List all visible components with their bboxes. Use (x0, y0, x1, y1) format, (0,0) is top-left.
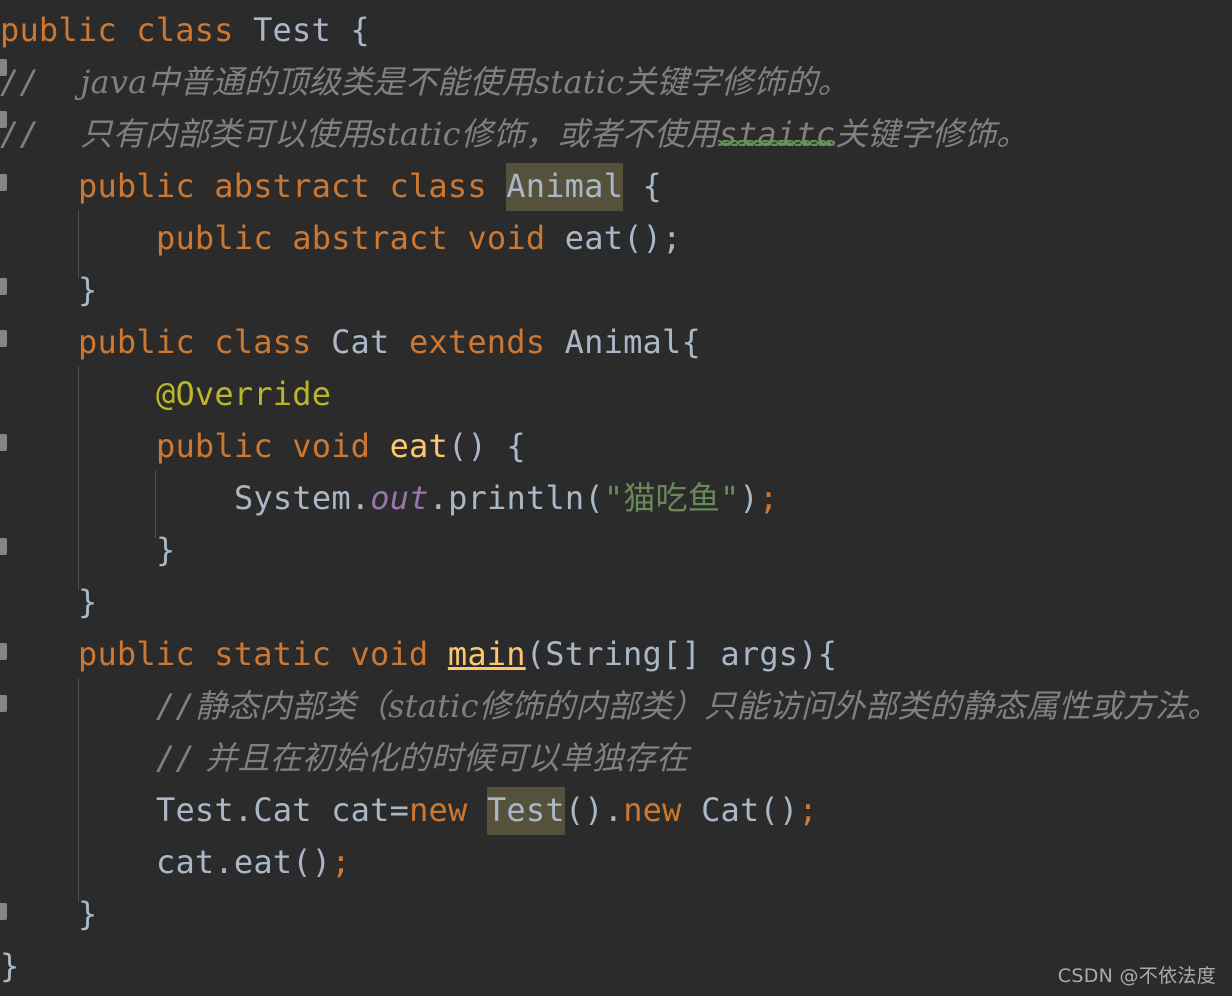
comment-token: // (156, 687, 195, 725)
code-token-plain: Cat() (701, 791, 799, 829)
line-close-main[interactable]: } (0, 888, 97, 940)
code-token-anno: @Override (156, 375, 332, 413)
typo-word: staitc (718, 115, 836, 153)
line-cat-eat-call[interactable]: cat.eat(); (0, 836, 351, 888)
line-cat-eat[interactable]: public void eat() { (0, 420, 526, 472)
code-token-cmt: 只有内部类可以使用static修饰，或者不使用 (38, 115, 719, 153)
line-close-test[interactable]: } (0, 940, 19, 992)
code-token-plain: Test { (253, 11, 370, 49)
code-token-kw: abstract (214, 167, 390, 205)
code-token-plain: Cat (331, 323, 409, 361)
code-token-plain: Test.Cat cat= (156, 791, 410, 829)
code-token-kw: static (214, 635, 351, 673)
code-token-kw: class (214, 323, 332, 361)
line-comment-3[interactable]: //静态内部类（static修饰的内部类）只能访问外部类的静态属性或方法。 (0, 680, 1219, 732)
code-token-kw: public (156, 219, 293, 257)
code-token-plain: { (623, 167, 662, 205)
code-editor[interactable]: public class Test {// java中普通的顶级类是不能使用st… (0, 0, 1232, 996)
code-token-mth: eat (389, 427, 448, 465)
code-token-plain: Animal{ (564, 323, 701, 361)
line-comment-4[interactable]: // 并且在初始化的时候可以单独存在 (0, 732, 688, 784)
code-token-plain: } (0, 947, 20, 985)
code-token-kw: extends (408, 323, 565, 361)
line-main[interactable]: public static void main(String[] args){ (0, 628, 837, 680)
code-token-cmt: 关键字修饰。 (835, 115, 1029, 153)
highlighted-identifier: Test (486, 787, 565, 835)
line-close-eat[interactable]: } (0, 524, 175, 576)
code-token-sem: ; (758, 479, 779, 517)
line-comment-1[interactable]: // java中普通的顶级类是不能使用static关键字修饰的。 (0, 56, 850, 108)
code-token-kw: public (78, 635, 215, 673)
line-class-test[interactable]: public class Test { (0, 4, 370, 56)
highlighted-identifier: Animal (506, 163, 624, 211)
code-token-kw: public (0, 11, 137, 49)
comment-slashes: // (0, 115, 39, 153)
line-new-cat[interactable]: Test.Cat cat=new Test().new Cat(); (0, 784, 818, 836)
code-token-sem: ; (331, 843, 351, 881)
code-token-kw: public (156, 427, 293, 465)
code-token-kw: public (78, 167, 215, 205)
code-token-str: "猫吃鱼" (603, 479, 740, 517)
comment-token: // (156, 739, 195, 777)
code-token-plain: (String[] args){ (525, 635, 838, 673)
code-token-plain: (); (623, 219, 682, 257)
code-token-kw: new (409, 791, 487, 829)
code-token-fld: out (370, 479, 429, 517)
code-token-kw: void (292, 427, 390, 465)
line-comment-2[interactable]: // 只有内部类可以使用static修饰，或者不使用staitc 关键字修饰。 (0, 108, 1028, 160)
code-token-plain: ) (739, 479, 759, 517)
code-token-cmt: 静态内部类（static修饰的内部类）只能访问外部类的静态属性或方法。 (194, 687, 1220, 725)
comment-token: // (0, 63, 39, 101)
code-token-kw: new (623, 791, 702, 829)
code-token-plain: (). (564, 791, 624, 829)
line-abstract-eat[interactable]: public abstract void eat(); (0, 212, 682, 264)
line-class-cat[interactable]: public class Cat extends Animal{ (0, 316, 701, 368)
line-println[interactable]: System.out.println("猫吃鱼"); (0, 472, 778, 524)
comment-slashes: // (0, 63, 39, 101)
comment-slashes: // (156, 739, 195, 777)
code-token-kw: class (136, 11, 254, 49)
code-token-plain: } (78, 271, 98, 309)
code-token-cmt: 并且在初始化的时候可以单独存在 (194, 739, 689, 777)
code-token-plain: cat.eat() (156, 843, 332, 881)
csdn-watermark: CSDN @不依法度 (1057, 965, 1216, 987)
line-close-cat[interactable]: } (0, 576, 97, 628)
code-token-sem: ; (798, 791, 818, 829)
comment-token: // (0, 115, 39, 153)
line-abstract-animal[interactable]: public abstract class Animal { (0, 160, 662, 212)
code-token-kw: abstract (292, 219, 468, 257)
code-token-plain: } (78, 583, 98, 621)
spellcheck-squiggle-icon (718, 140, 836, 146)
line-close-animal[interactable]: } (0, 264, 97, 316)
code-token-kw: void (467, 219, 565, 257)
code-token-plain: } (78, 895, 98, 933)
code-token-plain: eat (564, 219, 624, 257)
line-override[interactable]: @Override (0, 368, 331, 420)
code-token-kw: class (389, 167, 507, 205)
code-token-plain: () { (448, 427, 526, 465)
code-token-plain: } (156, 531, 176, 569)
comment-typo-token: staitc (718, 115, 836, 153)
code-token-plain: .println( (428, 479, 604, 517)
code-token-cmt: java中普通的顶级类是不能使用static关键字修饰的。 (38, 63, 850, 101)
comment-slashes: // (156, 687, 195, 725)
code-token-plain: System. (234, 479, 371, 517)
code-token-kw: void (350, 635, 448, 673)
code-token-kw: public (78, 323, 215, 361)
code-token-mthmain: main (447, 635, 526, 673)
